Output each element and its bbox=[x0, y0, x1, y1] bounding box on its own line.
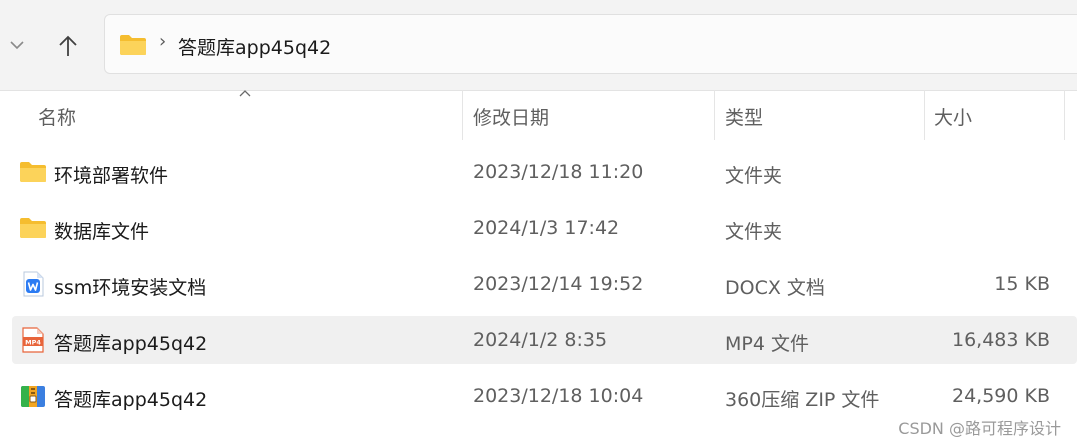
chevron-down-icon bbox=[10, 41, 24, 50]
column-divider[interactable] bbox=[1064, 90, 1065, 140]
folder-icon bbox=[120, 35, 146, 55]
column-date-modified[interactable]: 修改日期 bbox=[473, 103, 549, 130]
file-type: 文件夹 bbox=[725, 221, 783, 243]
column-name[interactable]: 名称 bbox=[38, 103, 76, 130]
zip-archive-icon bbox=[21, 386, 45, 407]
file-name: 答题库app45q42 bbox=[54, 333, 208, 355]
file-type: 文件夹 bbox=[725, 165, 783, 187]
file-name: 环境部署软件 bbox=[54, 165, 169, 187]
breadcrumb-current-folder[interactable]: 答题库app45q42 bbox=[178, 33, 331, 60]
file-date-modified: 2023/12/14 19:52 bbox=[473, 273, 644, 295]
file-date-modified: 2023/12/18 10:04 bbox=[473, 385, 644, 407]
address-bar[interactable]: › 答题库app45q42 bbox=[104, 14, 1077, 74]
file-row[interactable]: MP4 答题库app45q42 2024/1/2 8:35 MP4 文件 16,… bbox=[12, 316, 1077, 364]
wps-docx-icon bbox=[23, 271, 44, 297]
file-name: 数据库文件 bbox=[54, 221, 150, 243]
arrow-up-icon bbox=[59, 35, 77, 56]
column-divider[interactable] bbox=[924, 90, 925, 140]
column-type[interactable]: 类型 bbox=[725, 103, 763, 130]
svg-text:MP4: MP4 bbox=[25, 338, 41, 346]
watermark-text: CSDN @路可程序设计 bbox=[898, 419, 1061, 438]
file-size: 16,483 KB bbox=[951, 329, 1050, 351]
file-type: 360压缩 ZIP 文件 bbox=[725, 389, 880, 411]
file-type: DOCX 文档 bbox=[725, 277, 825, 299]
file-row[interactable]: 环境部署软件 2023/12/18 11:20 文件夹 bbox=[12, 148, 1077, 196]
file-name: ssm环境安装文档 bbox=[54, 277, 207, 299]
file-date-modified: 2023/12/18 11:20 bbox=[473, 161, 644, 183]
file-row[interactable]: 数据库文件 2024/1/3 17:42 文件夹 bbox=[12, 204, 1077, 252]
file-size: 24,590 KB bbox=[951, 385, 1050, 407]
mp4-file-icon: MP4 bbox=[22, 327, 44, 353]
folder-icon bbox=[20, 218, 46, 238]
column-header: 名称 修改日期 类型 大小 bbox=[0, 90, 1077, 140]
sort-ascending-icon bbox=[239, 90, 251, 97]
file-size: 15 KB bbox=[994, 273, 1050, 295]
breadcrumb-separator: › bbox=[159, 31, 167, 52]
file-date-modified: 2024/1/3 17:42 bbox=[473, 217, 620, 239]
file-date-modified: 2024/1/2 8:35 bbox=[473, 329, 608, 351]
recent-locations-button[interactable] bbox=[6, 30, 28, 60]
file-row[interactable]: ssm环境安装文档 2023/12/14 19:52 DOCX 文档 15 KB bbox=[12, 260, 1077, 308]
folder-icon bbox=[20, 162, 46, 182]
file-row[interactable]: 答题库app45q42 2023/12/18 10:04 360压缩 ZIP 文… bbox=[12, 372, 1077, 420]
file-name: 答题库app45q42 bbox=[54, 389, 208, 411]
column-divider[interactable] bbox=[714, 90, 715, 140]
file-type: MP4 文件 bbox=[725, 333, 809, 355]
column-size[interactable]: 大小 bbox=[934, 103, 972, 130]
up-button[interactable] bbox=[50, 28, 86, 64]
navigation-toolbar: › 答题库app45q42 bbox=[0, 0, 1077, 91]
column-divider[interactable] bbox=[462, 90, 463, 140]
